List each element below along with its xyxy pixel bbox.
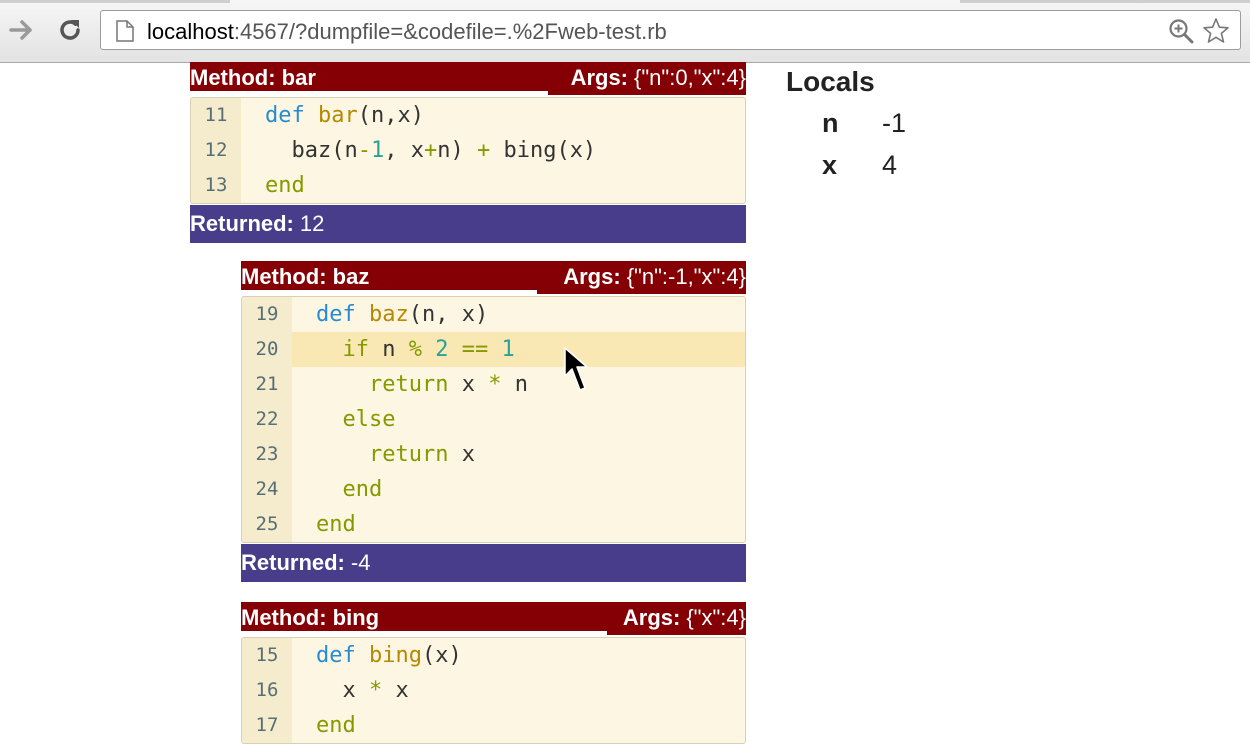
local-name: n	[822, 107, 839, 138]
line-number: 19	[242, 297, 292, 332]
args-value: {"n":-1,"x":4}	[626, 264, 746, 289]
method-header: Method: baz Args: {"n":-1,"x":4}	[241, 261, 746, 294]
args-label: Args:	[622, 605, 681, 630]
returned-value: -4	[350, 550, 371, 575]
code-line: 13 end	[191, 168, 745, 203]
url-host: localhost	[147, 19, 234, 44]
local-value: -1	[882, 107, 907, 138]
code-block: 19 def baz(n, x) 20 if n % 2 == 1 21 ret…	[241, 296, 746, 543]
code-line: 23 return x	[242, 437, 745, 472]
method-header: Method: bar Args: {"n":0,"x":4}	[190, 62, 746, 95]
code-line-highlighted: 20 if n % 2 == 1	[242, 332, 745, 367]
args-value: {"x":4}	[686, 605, 746, 630]
code-text: end	[316, 512, 356, 537]
code-text: else	[342, 407, 396, 432]
line-number: 24	[242, 472, 292, 507]
line-number: 20	[242, 332, 292, 367]
locals-table: n -1 x 4	[822, 102, 906, 186]
code-line: 24 end	[242, 472, 745, 507]
forward-arrow-icon	[9, 20, 32, 40]
forward-button[interactable]	[8, 16, 36, 44]
args-label: Args:	[570, 65, 629, 90]
code-line: 25 end	[242, 507, 745, 542]
args-value: {"n":0,"x":4}	[634, 65, 746, 90]
code-block: 15 def bing(x) 16 x * x 17 end	[241, 637, 746, 744]
code-line: 19 def baz(n, x)	[242, 297, 745, 332]
line-number: 15	[242, 638, 292, 673]
code-text: end	[342, 477, 383, 502]
code-text: baz(n-1, x+n) + bing(x)	[265, 138, 597, 163]
line-number: 13	[191, 168, 241, 203]
locals-panel: Locals n -1 x 4	[786, 66, 906, 186]
returned-bar: Returned: 12	[190, 205, 746, 243]
returned-value: 12	[299, 211, 325, 236]
code-text: def bar(n,x)	[265, 103, 424, 128]
browser-toolbar: localhost:4567/?dumpfile=&codefile=.%2Fw…	[0, 0, 1250, 63]
code-line: 12 baz(n-1, x+n) + bing(x)	[191, 133, 745, 168]
line-number: 25	[242, 507, 292, 542]
code-text: if n % 2 == 1	[342, 337, 515, 362]
line-number: 22	[242, 402, 292, 437]
code-line: 17 end	[242, 708, 745, 743]
stack-frame-baz: Method: baz Args: {"n":-1,"x":4} 19 def b…	[241, 261, 746, 582]
star-icon[interactable]	[1202, 17, 1230, 45]
method-name: Method: bar	[190, 65, 316, 90]
url-path: :4567/?dumpfile=&codefile=.%2Fweb-test.r…	[233, 19, 667, 44]
header-divider	[190, 91, 548, 95]
code-text: end	[316, 713, 356, 738]
code-text: x * x	[316, 678, 409, 703]
reload-button[interactable]	[56, 16, 84, 44]
method-args: Args: {"n":0,"x":4}	[571, 65, 746, 91]
code-block: 11 def bar(n,x) 12 baz(n-1, x+n) + bing(…	[190, 97, 746, 204]
local-variable-row: x 4	[822, 144, 906, 186]
method-header: Method: bing Args: {"x":4}	[241, 602, 746, 635]
code-line: 22 else	[242, 402, 745, 437]
code-text: return x	[368, 442, 475, 467]
mouse-cursor-icon	[564, 347, 588, 391]
code-line: 21 return x * n	[242, 367, 745, 402]
locals-title: Locals	[786, 66, 875, 97]
code-line: 11 def bar(n,x)	[191, 98, 745, 133]
line-number: 23	[242, 437, 292, 472]
method-args: Args: {"n":-1,"x":4}	[563, 264, 746, 290]
stack-frame-bar: Method: bar Args: {"n":0,"x":4} 11 def ba…	[190, 62, 746, 243]
zoom-icon[interactable]	[1168, 18, 1194, 44]
address-bar[interactable]: localhost:4567/?dumpfile=&codefile=.%2Fw…	[100, 10, 1241, 50]
page-icon	[116, 20, 134, 42]
method-name: Method: bing	[241, 605, 380, 630]
args-label: Args:	[563, 264, 621, 289]
code-line: 15 def bing(x)	[242, 638, 745, 673]
returned-label: Returned:	[190, 211, 294, 236]
code-text: def bing(x)	[316, 643, 462, 668]
line-number: 16	[242, 673, 292, 708]
tab-strip-edge	[0, 0, 230, 3]
code-text: def baz(n, x)	[316, 302, 489, 327]
method-name: Method: baz	[241, 264, 370, 289]
line-number: 12	[191, 133, 241, 168]
reload-icon	[60, 20, 80, 40]
local-value: 4	[882, 149, 898, 180]
returned-bar: Returned: -4	[241, 544, 746, 582]
method-args: Args: {"x":4}	[623, 605, 746, 631]
code-text: end	[265, 173, 305, 198]
tab-strip-edge	[960, 0, 1250, 3]
line-number: 17	[242, 708, 292, 743]
local-name: x	[822, 149, 838, 180]
header-divider	[241, 290, 537, 294]
header-divider	[241, 631, 607, 635]
stack-frame-bing: Method: bing Args: {"x":4} 15 def bing(x)…	[241, 602, 746, 744]
code-line: 16 x * x	[242, 673, 745, 708]
local-variable-row: n -1	[822, 102, 906, 144]
line-number: 21	[242, 367, 292, 402]
line-number: 11	[191, 98, 241, 133]
returned-label: Returned:	[241, 550, 345, 575]
code-text: return x * n	[368, 372, 528, 397]
url-text[interactable]: localhost:4567/?dumpfile=&codefile=.%2Fw…	[147, 19, 667, 45]
